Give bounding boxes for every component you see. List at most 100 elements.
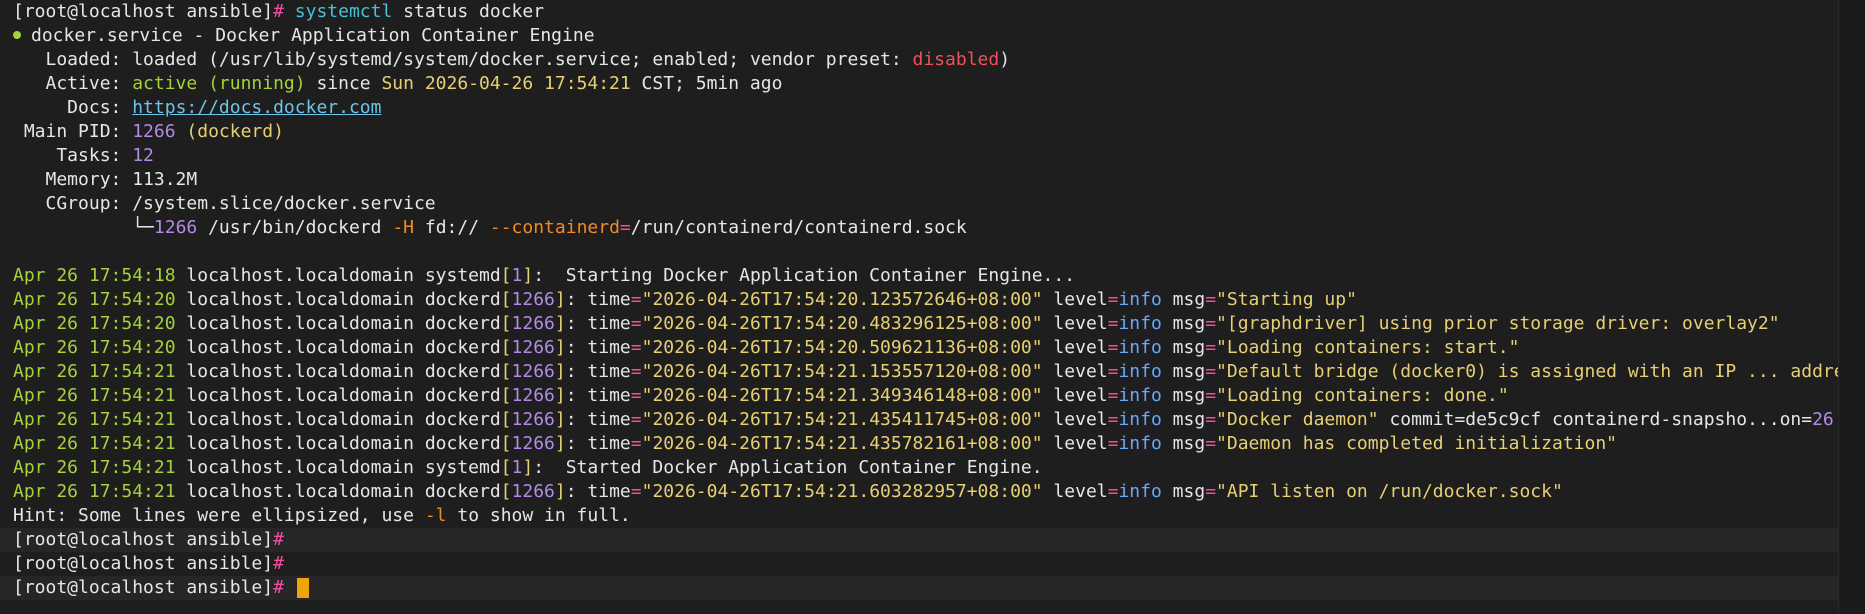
log-level-value: info — [1118, 385, 1162, 406]
log-process: dockerd — [424, 313, 501, 334]
log-time-value: 2026-04-26T17:54:21.435411745+08:00 — [652, 409, 1032, 430]
log-eq: = — [1107, 385, 1119, 406]
log-colon: : — [565, 433, 588, 454]
log-msg-key: msg — [1161, 409, 1206, 430]
cgroup-flag: -H — [392, 217, 415, 238]
log-bracket: ] — [554, 481, 566, 502]
active-line: Active: active (running) since Sun 2026-… — [13, 72, 1865, 96]
cgroup-cmd: /usr/bin/dockerd — [197, 217, 393, 238]
prompt-symbol: # — [273, 577, 284, 598]
log-eq: = — [1205, 289, 1217, 310]
cgroup-value: /system.slice/docker.service — [121, 193, 436, 214]
log-eq: = — [630, 313, 642, 334]
loaded-close: ) — [999, 49, 1011, 70]
log-time-value: 2026-04-26T17:54:20.509621136+08:00 — [652, 337, 1032, 358]
log-quote: " — [1216, 361, 1227, 382]
unit-sep: - — [182, 25, 216, 46]
log-msg-value: [graphdriver] using prior storage driver… — [1226, 313, 1769, 334]
log-host: localhost.localdomain — [175, 457, 425, 478]
loaded-line: Loaded: loaded (/usr/lib/systemd/system/… — [13, 48, 1865, 72]
log-date: Apr 26 17:54:20 — [13, 289, 176, 310]
log-bracket: [ — [500, 385, 512, 406]
log-quote: " — [1508, 337, 1520, 358]
log-level-key: level — [1042, 433, 1108, 454]
tasks-label: Tasks: — [13, 145, 122, 166]
log-eq: = — [1107, 409, 1119, 430]
log-time-key: time — [587, 361, 631, 382]
log-host: localhost.localdomain — [175, 265, 425, 286]
log-pid: 1266 — [511, 313, 555, 334]
vertical-scrollbar[interactable] — [1838, 0, 1865, 614]
log-msg-value: Starting up — [1226, 289, 1347, 310]
log-colon: : — [533, 265, 555, 286]
log-quote: " — [1216, 409, 1227, 430]
log-process: dockerd — [424, 289, 501, 310]
log-host: localhost.localdomain — [175, 385, 425, 406]
log-level-key: level — [1042, 409, 1108, 430]
log-eq: = — [1107, 337, 1119, 358]
log-colon: : — [565, 337, 588, 358]
pid-line: Main PID: 1266 (dockerd) — [13, 120, 1865, 144]
log-pid: 1266 — [511, 481, 555, 502]
log-eq: = — [630, 433, 642, 454]
log-bracket: ] — [554, 409, 566, 430]
log-eq: = — [1107, 313, 1119, 334]
log-eq: = — [1205, 409, 1217, 430]
prompt-line-2: [root@localhost ansible]# — [13, 552, 1865, 576]
unit-description: Docker Application Container Engine — [215, 25, 595, 46]
log-line: Apr 26 17:54:21 localhost.localdomain do… — [13, 432, 1865, 456]
log-process: dockerd — [424, 409, 501, 430]
log-msg-key: msg — [1161, 385, 1206, 406]
terminal-window[interactable]: [root@localhost ansible]# systemctl stat… — [0, 0, 1865, 614]
log-eq: = — [630, 337, 642, 358]
log-level-key: level — [1042, 361, 1108, 382]
log-bracket: [ — [500, 433, 512, 454]
log-bracket: ] — [554, 361, 566, 382]
log-host: localhost.localdomain — [175, 313, 425, 334]
tasks-value: 12 — [132, 145, 154, 166]
log-bracket: ] — [554, 385, 566, 406]
log-msg-key: msg — [1161, 433, 1206, 454]
hint-line: Hint: Some lines were ellipsized, use -l… — [13, 504, 1865, 528]
log-colon: : — [565, 385, 588, 406]
log-eq: = — [1205, 337, 1217, 358]
log-quote: " — [641, 289, 653, 310]
active-date: Sun 2026-04-26 17:54:21 — [381, 73, 631, 94]
log-level-value: info — [1118, 313, 1162, 334]
cgroup-fd: fd:// — [414, 217, 490, 238]
cgroup-flag2: --containerd — [489, 217, 620, 238]
log-quote: " — [1606, 433, 1618, 454]
log-pid: 1266 — [511, 337, 555, 358]
log-quote: " — [641, 313, 653, 334]
log-quote: " — [641, 433, 653, 454]
log-quote: " — [1216, 433, 1227, 454]
log-level-value: info — [1118, 433, 1162, 454]
log-host: localhost.localdomain — [175, 481, 425, 502]
log-msg-key: msg — [1161, 481, 1206, 502]
log-colon: : — [565, 409, 588, 430]
prompt-line-active[interactable]: [root@localhost ansible]# — [0, 576, 1865, 600]
log-quote: " — [1216, 289, 1227, 310]
log-quote: " — [1216, 385, 1227, 406]
log-quote: " — [1367, 409, 1379, 430]
log-quote: " — [1031, 337, 1043, 358]
log-time-key: time — [587, 409, 631, 430]
log-bracket: ] — [522, 265, 534, 286]
log-level-value: info — [1118, 337, 1162, 358]
docs-link[interactable]: https://docs.docker.com — [132, 97, 381, 118]
log-eq: = — [1205, 433, 1217, 454]
log-process: dockerd — [424, 481, 501, 502]
log-time-key: time — [587, 337, 631, 358]
log-quote: " — [1031, 361, 1043, 382]
log-date: Apr 26 17:54:20 — [13, 313, 176, 334]
cursor-block[interactable] — [296, 578, 309, 598]
log-level-value: info — [1118, 409, 1162, 430]
log-quote: " — [1031, 289, 1043, 310]
log-bracket: ] — [554, 289, 566, 310]
log-eq: = — [1107, 433, 1119, 454]
log-quote: " — [641, 337, 653, 358]
log-msg-key: msg — [1161, 337, 1206, 358]
log-quote: " — [1031, 481, 1043, 502]
hint-label: Hint — [13, 505, 57, 526]
log-msg-value: Default bridge (docker0) is assigned wit… — [1226, 361, 1865, 382]
